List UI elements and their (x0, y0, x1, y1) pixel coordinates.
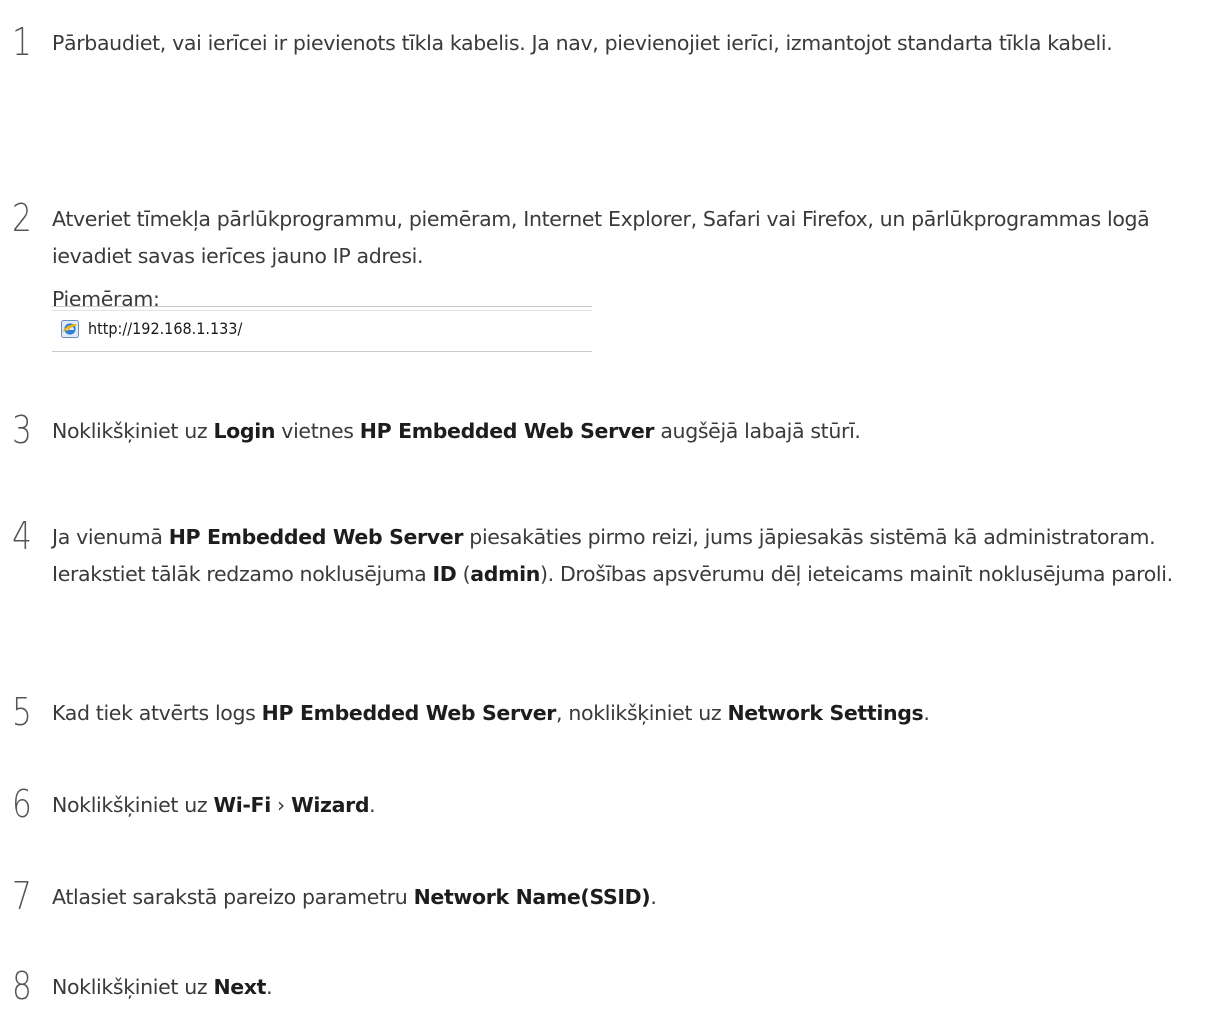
text-run: Noklikšķiniet uz (52, 793, 214, 817)
step-number: 2 (12, 196, 32, 240)
step-number: 5 (12, 690, 32, 734)
step-text: Noklikšķiniet uz Wi-Fi › Wizard. (52, 787, 1202, 824)
step-text: Ja vienumā HP Embedded Web Server piesak… (52, 519, 1202, 593)
step-number: 6 (12, 782, 32, 826)
bold-term: Network Settings (727, 701, 924, 725)
text-run: Atlasiet sarakstā pareizo parametru (52, 885, 414, 909)
text-run: Noklikšķiniet uz (52, 975, 214, 999)
text-run: . (369, 793, 376, 817)
text-run: Ja vienumā (52, 525, 169, 549)
step-text: Noklikšķiniet uz Next. (52, 969, 1202, 1006)
step-number: 7 (12, 874, 32, 918)
bold-term: Wi-Fi (213, 793, 271, 817)
step-text: Kad tiek atvērts logs HP Embedded Web Se… (52, 695, 1202, 732)
step-text: Pārbaudiet, vai ierīcei ir pievienots tī… (52, 25, 1202, 62)
step-number: 4 (12, 514, 32, 558)
text-run: , noklikšķiniet uz (556, 701, 728, 725)
text-run: . (650, 885, 657, 909)
bold-term: HP Embedded Web Server (359, 419, 655, 443)
bold-term: Network Name(SSID) (413, 885, 651, 909)
bold-term: ID (432, 562, 457, 586)
step-text: Atveriet tīmekļa pārlūkprogrammu, piemēr… (52, 201, 1202, 318)
step-number: 3 (12, 408, 32, 452)
example-address-bar: http://192.168.1.133/ (52, 306, 592, 352)
step-text-body: Atveriet tīmekļa pārlūkprogrammu, piemēr… (52, 207, 1150, 268)
text-run: augšējā labajā stūrī. (654, 419, 861, 443)
text-run: Noklikšķiniet uz (52, 419, 214, 443)
step-text: Noklikšķiniet uz Login vietnes HP Embedd… (52, 413, 1202, 450)
text-run: Atveriet tīmekļa pārlūkprogrammu, piemēr… (52, 207, 1150, 268)
text-run: . (923, 701, 930, 725)
bold-term: admin (470, 562, 541, 586)
bold-term: Wizard (291, 793, 370, 817)
step-text: Atlasiet sarakstā pareizo parametru Netw… (52, 879, 1202, 916)
step-number: 1 (12, 20, 32, 64)
bold-term: HP Embedded Web Server (168, 525, 464, 549)
text-run: ). Drošības apsvērumu dēļ ieteicams main… (540, 562, 1173, 586)
example-url: http://192.168.1.133/ (88, 319, 243, 338)
text-run: . (266, 975, 273, 999)
bold-term: Login (213, 419, 276, 443)
ie-globe-icon (61, 320, 79, 338)
text-run: › (270, 793, 292, 817)
text-run: vietnes (275, 419, 360, 443)
text-run: Kad tiek atvērts logs (52, 701, 262, 725)
text-run: ( (456, 562, 471, 586)
text-run: Pārbaudiet, vai ierīcei ir pievienots tī… (52, 31, 1113, 55)
bold-term: HP Embedded Web Server (261, 701, 557, 725)
step-number: 8 (12, 964, 32, 1008)
bold-term: Next (213, 975, 267, 999)
